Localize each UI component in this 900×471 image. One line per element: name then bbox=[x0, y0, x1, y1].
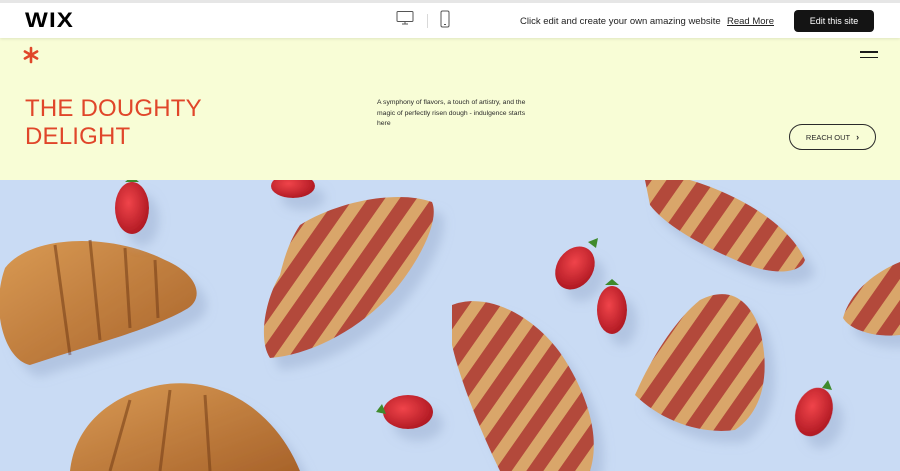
hero-description: A symphony of flavors, a touch of artist… bbox=[377, 99, 526, 127]
wix-top-bar: WIX Click edit and create your own amazi… bbox=[0, 0, 900, 38]
chevron-right-icon: › bbox=[856, 132, 860, 142]
asterisk-logo-icon[interactable] bbox=[22, 46, 40, 69]
reach-out-button[interactable]: REACH OUT › bbox=[789, 124, 876, 150]
title-line-1: THE DOUGHTY bbox=[25, 95, 202, 122]
hamburger-menu-icon[interactable] bbox=[860, 51, 878, 59]
device-separator bbox=[427, 14, 428, 28]
hero-croissant-photo bbox=[0, 180, 900, 471]
promo-text: Click edit and create your own amazing w… bbox=[520, 16, 721, 27]
site-header: THE DOUGHTY DELIGHT A symphony of flavor… bbox=[0, 38, 900, 180]
read-more-link[interactable]: Read More bbox=[727, 16, 774, 27]
mobile-view-icon[interactable] bbox=[440, 10, 450, 33]
edit-site-button[interactable]: Edit this site bbox=[794, 10, 874, 32]
page-title: THE DOUGHTY DELIGHT bbox=[25, 95, 202, 151]
desktop-view-icon[interactable] bbox=[396, 10, 414, 31]
reach-out-label: REACH OUT bbox=[805, 132, 851, 142]
title-line-2: DELIGHT bbox=[25, 123, 131, 150]
wix-logo[interactable]: WIX bbox=[25, 9, 74, 33]
